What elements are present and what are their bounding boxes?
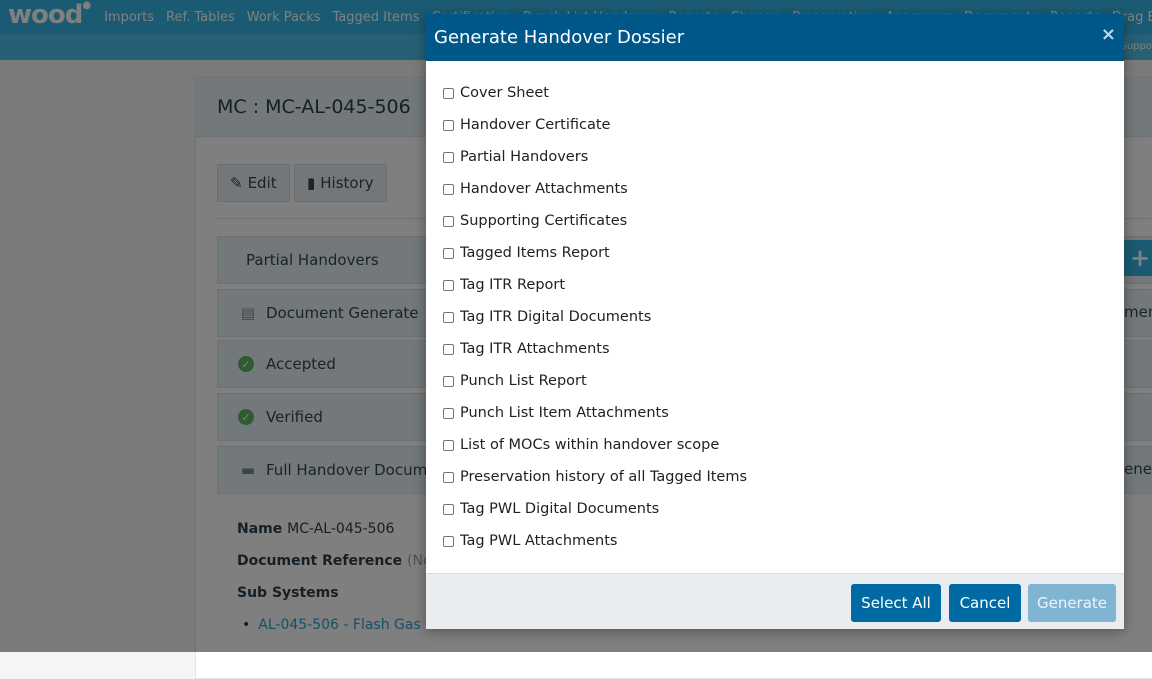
option-handover-attachments[interactable]: Handover Attachments [443, 179, 628, 199]
checkbox[interactable] [443, 120, 454, 131]
option-punch-list-report[interactable]: Punch List Report [443, 371, 587, 391]
modal-footer: Select All Cancel Generate [426, 573, 1124, 629]
option-label: List of MOCs within handover scope [460, 437, 719, 453]
option-label: Preservation history of all Tagged Items [460, 469, 747, 485]
checkbox[interactable] [443, 88, 454, 99]
option-tag-itr-report[interactable]: Tag ITR Report [443, 275, 565, 295]
option-tag-pwl-digital-documents[interactable]: Tag PWL Digital Documents [443, 499, 659, 519]
option-label: Tag ITR Report [460, 277, 565, 293]
option-label: Tag PWL Digital Documents [460, 501, 659, 517]
option-partial-handovers[interactable]: Partial Handovers [443, 147, 588, 167]
checkbox[interactable] [443, 536, 454, 547]
option-label: Tag ITR Digital Documents [460, 309, 651, 325]
option-label: Punch List Report [460, 373, 587, 389]
option-cover-sheet[interactable]: Cover Sheet [443, 83, 549, 103]
modal-header: Generate Handover Dossier × [426, 14, 1124, 61]
select-all-button[interactable]: Select All [851, 584, 941, 622]
checkbox[interactable] [443, 472, 454, 483]
checkbox[interactable] [443, 152, 454, 163]
checkbox[interactable] [443, 344, 454, 355]
option-supporting-certificates[interactable]: Supporting Certificates [443, 211, 627, 231]
option-tag-itr-digital-documents[interactable]: Tag ITR Digital Documents [443, 307, 651, 327]
option-label: Supporting Certificates [460, 213, 627, 229]
option-label: Tagged Items Report [460, 245, 610, 261]
generate-button[interactable]: Generate [1028, 584, 1116, 622]
close-icon[interactable]: × [1101, 24, 1116, 45]
option-label: Handover Attachments [460, 181, 628, 197]
option-tag-itr-attachments[interactable]: Tag ITR Attachments [443, 339, 610, 359]
option-tag-pwl-attachments[interactable]: Tag PWL Attachments [443, 531, 617, 551]
option-handover-certificate[interactable]: Handover Certificate [443, 115, 610, 135]
option-tagged-items-report[interactable]: Tagged Items Report [443, 243, 610, 263]
checkbox[interactable] [443, 216, 454, 227]
modal-body: Cover Sheet Handover Certificate Partial… [426, 61, 1124, 573]
checkbox[interactable] [443, 440, 454, 451]
cancel-button[interactable]: Cancel [949, 584, 1021, 622]
option-preservation-history[interactable]: Preservation history of all Tagged Items [443, 467, 747, 487]
option-label: Handover Certificate [460, 117, 610, 133]
option-label: Tag PWL Attachments [460, 533, 617, 549]
checkbox[interactable] [443, 312, 454, 323]
option-label: Partial Handovers [460, 149, 588, 165]
option-label: Cover Sheet [460, 85, 549, 101]
checkbox[interactable] [443, 504, 454, 515]
checkbox[interactable] [443, 280, 454, 291]
option-label: Punch List Item Attachments [460, 405, 669, 421]
option-list-of-mocs[interactable]: List of MOCs within handover scope [443, 435, 719, 455]
option-label: Tag ITR Attachments [460, 341, 610, 357]
checkbox[interactable] [443, 376, 454, 387]
generate-handover-dossier-modal: Generate Handover Dossier × Cover Sheet … [426, 14, 1124, 628]
checkbox[interactable] [443, 248, 454, 259]
checkbox[interactable] [443, 184, 454, 195]
checkbox[interactable] [443, 408, 454, 419]
modal-title: Generate Handover Dossier [434, 27, 684, 48]
option-punch-list-item-attachments[interactable]: Punch List Item Attachments [443, 403, 669, 423]
